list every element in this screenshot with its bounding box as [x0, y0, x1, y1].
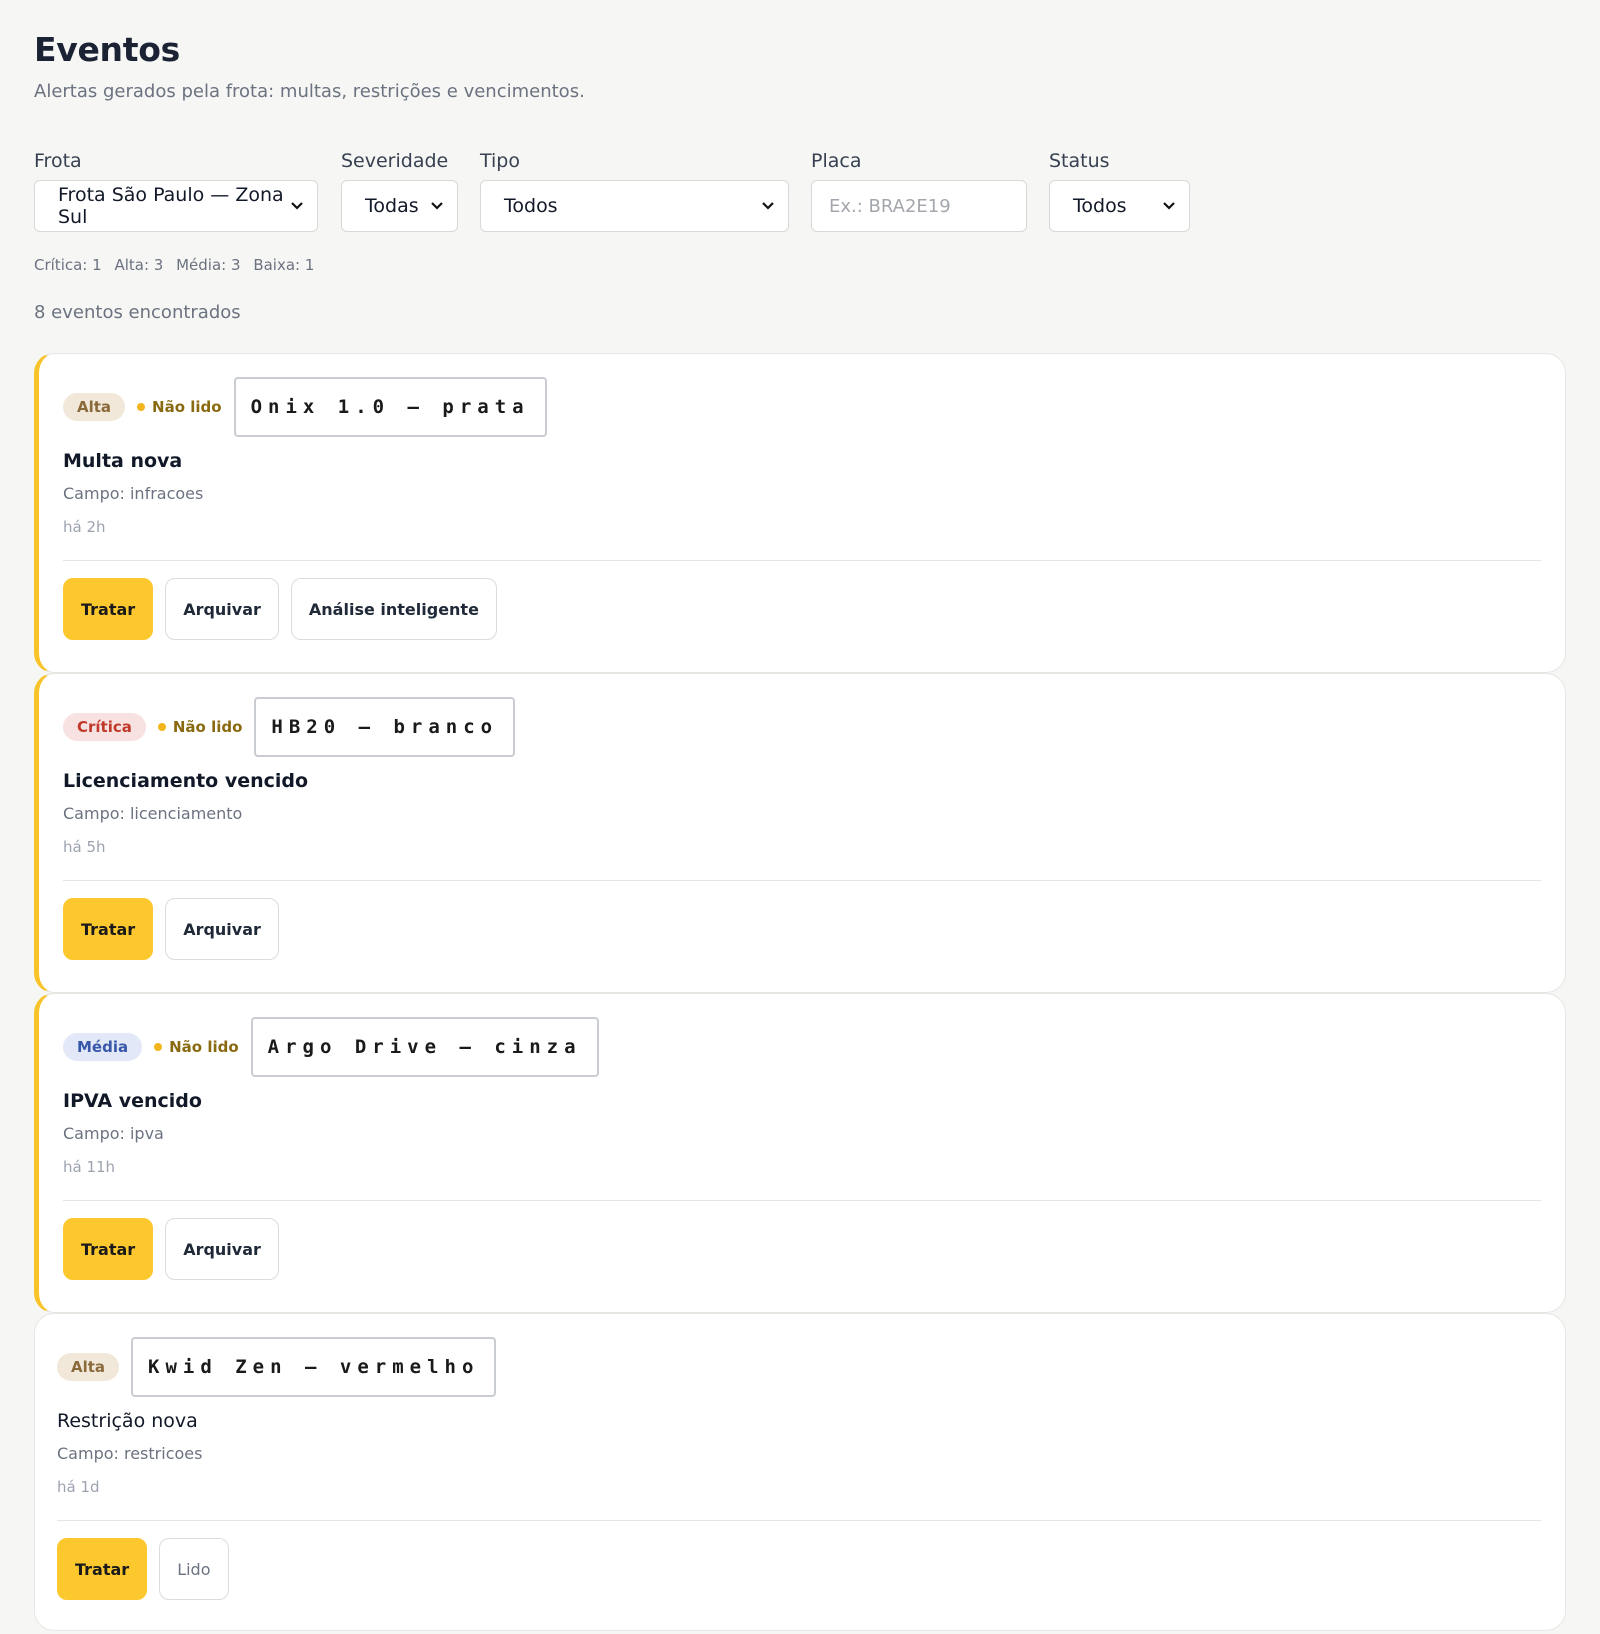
count-alta: Alta: 3	[114, 256, 164, 274]
page-subtitle: Alertas gerados pela frota: multas, rest…	[34, 81, 585, 102]
severity-counts: Crítica: 1 Alta: 3 Média: 3 Baixa: 1	[34, 256, 322, 274]
arquivar-button[interactable]: Arquivar	[165, 898, 279, 960]
severidade-select-value: Todas	[365, 195, 419, 217]
unread-dot-icon	[137, 403, 146, 411]
filter-placa-label: Placa	[811, 150, 862, 172]
unread-dot-icon	[157, 723, 166, 731]
divider	[63, 560, 1541, 561]
unread-label: Não lido	[172, 718, 243, 736]
unread-indicator: Não lido	[157, 718, 243, 736]
vehicle-plate: HB20 — branco	[254, 697, 516, 757]
chevron-down-icon	[1163, 202, 1175, 210]
filter-status-label: Status	[1049, 150, 1110, 172]
count-media: Média: 3	[176, 256, 241, 274]
arquivar-button[interactable]: Arquivar	[165, 1218, 279, 1280]
count-baixa: Baixa: 1	[253, 256, 315, 274]
unread-indicator: Não lido	[137, 398, 222, 416]
chevron-down-icon	[291, 202, 303, 210]
frota-select[interactable]: Frota São Paulo — Zona Sul	[34, 180, 318, 232]
filter-tipo: Tipo Todos	[480, 148, 789, 232]
filter-tipo-label: Tipo	[480, 150, 520, 172]
count-critica: Crítica: 1	[34, 256, 102, 274]
events-page: Eventos Alertas gerados pela frota: mult…	[34, 30, 1566, 1631]
event-actions: Tratar Arquivar	[63, 898, 291, 960]
event-time: há 11h	[63, 1158, 116, 1176]
event-title: Licenciamento vencido	[63, 770, 309, 792]
event-field: Campo: licenciamento	[63, 804, 243, 823]
filter-severidade-label: Severidade	[341, 150, 449, 172]
event-field: Campo: restricoes	[57, 1444, 203, 1463]
filter-frota-label: Frota	[34, 150, 82, 172]
event-title: Restrição nova	[57, 1410, 198, 1432]
event-time: há 1d	[57, 1478, 100, 1496]
status-select[interactable]: Todos	[1049, 180, 1190, 232]
tratar-button[interactable]: Tratar	[63, 898, 154, 960]
filters-bar: Frota Frota São Paulo — Zona Sul Severid…	[34, 148, 1566, 258]
event-card: Alta Não lido Onix 1.0 — prata Multa nov…	[34, 353, 1566, 673]
event-field: Campo: ipva	[63, 1124, 164, 1143]
filter-status: Status Todos	[1049, 148, 1190, 232]
page-title: Eventos	[34, 30, 180, 69]
filter-frota: Frota Frota São Paulo — Zona Sul	[34, 148, 318, 232]
analise-inteligente-button[interactable]: Análise inteligente	[290, 578, 497, 640]
event-actions: Tratar Lido	[57, 1538, 241, 1600]
event-time: há 5h	[63, 838, 106, 856]
severidade-select[interactable]: Todas	[341, 180, 458, 232]
unread-label: Não lido	[152, 398, 222, 416]
filter-placa: Placa Ex.: BRA2E19	[811, 148, 1027, 232]
placa-input[interactable]: Ex.: BRA2E19	[811, 180, 1027, 232]
divider	[63, 1200, 1541, 1201]
tratar-button[interactable]: Tratar	[63, 1218, 154, 1280]
event-title: Multa nova	[63, 450, 183, 472]
status-select-value: Todos	[1073, 195, 1127, 217]
event-field: Campo: infracoes	[63, 484, 204, 503]
event-actions: Tratar Arquivar Análise inteligente	[63, 578, 509, 640]
event-card: Crítica Não lido HB20 — branco Licenciam…	[34, 673, 1566, 993]
tipo-select-value: Todos	[504, 195, 558, 217]
chevron-down-icon	[431, 202, 443, 210]
severity-badge: Alta	[63, 393, 126, 421]
arquivar-button[interactable]: Arquivar	[165, 578, 279, 640]
event-actions: Tratar Arquivar	[63, 1218, 291, 1280]
unread-dot-icon	[154, 1043, 163, 1051]
tipo-select[interactable]: Todos	[480, 180, 789, 232]
lido-button[interactable]: Lido	[159, 1538, 229, 1600]
divider	[63, 880, 1541, 881]
event-card: Média Não lido Argo Drive — cinza IPVA v…	[34, 993, 1566, 1313]
severity-badge: Média	[63, 1033, 143, 1061]
vehicle-plate: Onix 1.0 — prata	[233, 377, 547, 437]
severity-badge: Crítica	[63, 713, 146, 741]
divider	[57, 1520, 1541, 1521]
placa-input-placeholder: Ex.: BRA2E19	[829, 195, 951, 217]
unread-label: Não lido	[169, 1038, 239, 1056]
filter-severidade: Severidade Todas	[341, 148, 458, 232]
tratar-button[interactable]: Tratar	[57, 1538, 148, 1600]
event-title: IPVA vencido	[63, 1090, 202, 1112]
event-time: há 2h	[63, 518, 106, 536]
results-count: 8 eventos encontrados	[34, 302, 241, 323]
unread-indicator: Não lido	[154, 1038, 239, 1056]
event-card: Alta Kwid Zen — vermelho Restrição nova …	[34, 1313, 1566, 1631]
vehicle-plate: Argo Drive — cinza	[250, 1017, 599, 1077]
severity-badge: Alta	[57, 1353, 120, 1381]
chevron-down-icon	[762, 202, 774, 210]
frota-select-value: Frota São Paulo — Zona Sul	[58, 184, 284, 228]
tratar-button[interactable]: Tratar	[63, 578, 154, 640]
vehicle-plate: Kwid Zen — vermelho	[131, 1337, 497, 1397]
